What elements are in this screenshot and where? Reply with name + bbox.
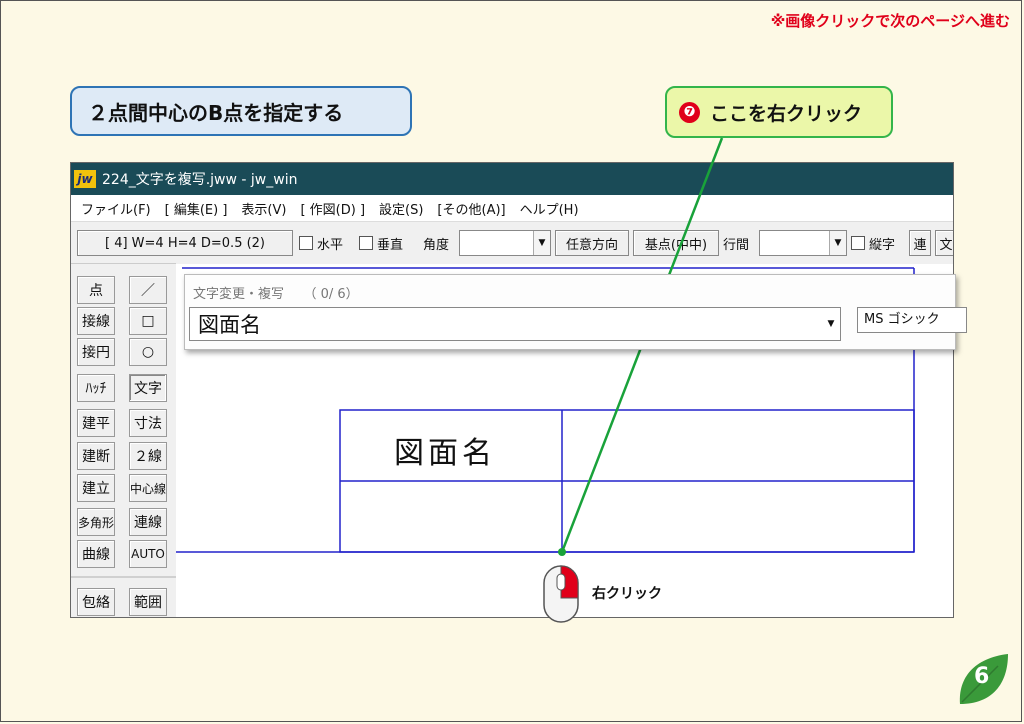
drawing-overlay xyxy=(176,137,915,623)
right-click-label: 右クリック xyxy=(592,586,662,602)
drawing-title-text: 図面名 xyxy=(394,436,496,471)
mouse-right-click-icon xyxy=(543,565,579,623)
target-point[interactable] xyxy=(558,548,566,556)
chevron-down-icon[interactable]: ▼ xyxy=(822,308,840,340)
text-input-value: 図面名 xyxy=(198,313,261,337)
text-edit-dialog: 文字変更・複写 （ 0/ 6） 図面名 ▼ MS ゴシック xyxy=(184,274,967,350)
page-number: 6 xyxy=(974,664,990,689)
font-select[interactable]: MS ゴシック xyxy=(857,307,967,333)
dialog-title: 文字変更・複写 （ 0/ 6） xyxy=(193,287,359,302)
text-input-combo[interactable]: 図面名 ▼ xyxy=(189,307,841,341)
